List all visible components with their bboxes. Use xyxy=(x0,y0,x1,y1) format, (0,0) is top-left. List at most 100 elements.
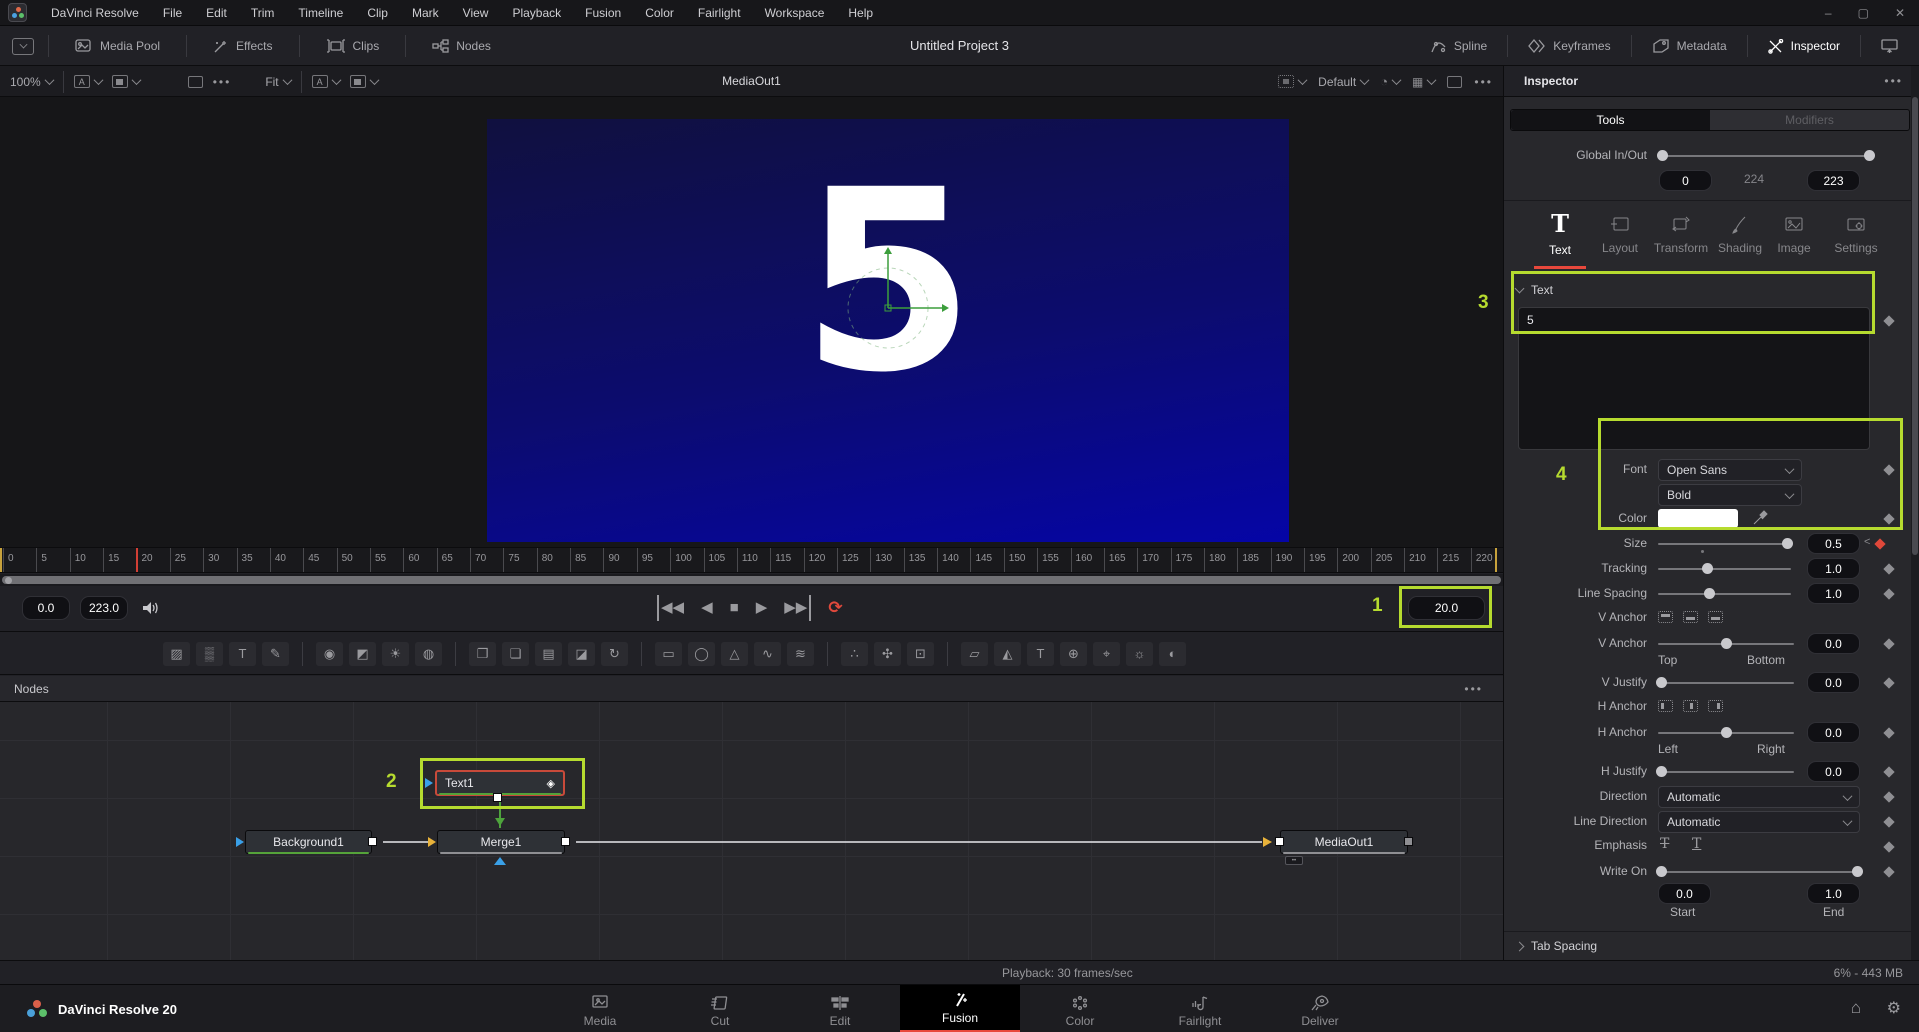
menu-item-timeline[interactable]: Timeline xyxy=(286,0,355,26)
direction-dropdown[interactable]: Automatic xyxy=(1658,786,1860,808)
size-slider[interactable] xyxy=(1658,543,1791,545)
v-anchor-bottom-button[interactable] xyxy=(1708,611,1723,623)
node-mediaout1[interactable]: MediaOut1 •• xyxy=(1280,830,1408,854)
keyframes-button[interactable]: Keyframes xyxy=(1516,26,1622,66)
paint-tool-icon[interactable]: ✎ xyxy=(262,642,289,666)
minimize-button[interactable]: – xyxy=(1825,6,1832,20)
viewer-options-button[interactable]: ••• xyxy=(213,75,232,89)
menu-item-edit[interactable]: Edit xyxy=(194,0,239,26)
viewer-area[interactable]: 5 xyxy=(0,97,1503,547)
delta-keyer-tool-icon[interactable]: ◪ xyxy=(568,642,595,666)
camera-3d-tool-icon[interactable]: ⌖ xyxy=(1093,642,1120,666)
close-button[interactable]: ✕ xyxy=(1895,6,1905,20)
v-anchor-keyframe-button[interactable] xyxy=(1883,638,1894,649)
text-plus-tool-icon[interactable]: T xyxy=(229,642,256,666)
render-in-field[interactable]: 0.0 xyxy=(22,596,70,620)
merge1-background-input[interactable] xyxy=(428,837,436,847)
tab-tools[interactable]: Tools xyxy=(1511,110,1710,130)
viewer-channel-dropdown[interactable]: A xyxy=(74,75,102,88)
menu-item-help[interactable]: Help xyxy=(836,0,885,26)
v-justify-field[interactable]: 0.0 xyxy=(1807,672,1860,693)
tab-modifiers[interactable]: Modifiers xyxy=(1710,110,1909,130)
page-edit[interactable]: Edit xyxy=(780,985,900,1032)
nodes-button[interactable]: Nodes xyxy=(420,26,503,66)
node-background1[interactable]: Background1 xyxy=(245,830,372,854)
viewer-lut-dropdown[interactable]: Default xyxy=(1318,75,1368,89)
h-justify-field[interactable]: 0.0 xyxy=(1807,761,1860,782)
menu-item-fusion[interactable]: Fusion xyxy=(573,0,633,26)
menu-item-davinci-resolve[interactable]: DaVinci Resolve xyxy=(39,0,151,26)
h-anchor-keyframe-button[interactable] xyxy=(1883,727,1894,738)
write-on-start-field[interactable]: 0.0 xyxy=(1658,883,1711,904)
v-anchor-middle-button[interactable] xyxy=(1683,611,1698,623)
line-direction-keyframe-button[interactable] xyxy=(1883,816,1894,827)
settings-gear-icon[interactable]: ⚙ xyxy=(1887,998,1901,1018)
brightness-contrast-tool-icon[interactable]: ☀ xyxy=(382,642,409,666)
timeline-scroll-knob[interactable] xyxy=(5,577,12,584)
line-spacing-keyframe-button[interactable] xyxy=(1883,588,1894,599)
blur-tool-icon[interactable]: ◍ xyxy=(415,642,442,666)
text-3d-tool-icon[interactable]: T xyxy=(1027,642,1054,666)
page-panel-toggle-button[interactable] xyxy=(12,38,34,55)
menu-item-fairlight[interactable]: Fairlight xyxy=(686,0,753,26)
viewer-fit-dropdown[interactable]: Fit xyxy=(265,75,290,89)
merge-3d-tool-icon[interactable]: ⊕ xyxy=(1060,642,1087,666)
tab-layout[interactable]: Layout xyxy=(1594,209,1646,255)
transform-control-overlay[interactable] xyxy=(487,119,1289,542)
v-anchor-field[interactable]: 0.0 xyxy=(1807,633,1860,654)
menu-item-mark[interactable]: Mark xyxy=(400,0,451,26)
v-justify-slider[interactable] xyxy=(1658,682,1794,684)
play-reverse-button[interactable]: ◀ xyxy=(701,595,713,621)
inspector-button[interactable]: Inspector xyxy=(1756,26,1852,66)
color-corrector-tool-icon[interactable]: ◉ xyxy=(316,642,343,666)
section-tab-spacing[interactable]: Tab Spacing xyxy=(1504,939,1912,953)
write-on-end-field[interactable]: 1.0 xyxy=(1807,883,1860,904)
line-spacing-field[interactable]: 1.0 xyxy=(1807,583,1860,604)
viewer2-channel-dropdown[interactable]: A xyxy=(312,75,340,88)
strikethrough-button[interactable]: T xyxy=(1660,836,1669,852)
h-justify-slider[interactable] xyxy=(1658,771,1794,773)
polygon-mask-tool-icon[interactable]: △ xyxy=(721,642,748,666)
merge1-output[interactable] xyxy=(561,837,570,846)
viewer-grid-dropdown[interactable]: ▦ xyxy=(1412,75,1435,89)
stop-button[interactable]: ■ xyxy=(730,595,739,621)
spline-button[interactable]: Spline xyxy=(1418,26,1499,66)
page-fusion[interactable]: Fusion xyxy=(900,985,1020,1032)
playhead[interactable] xyxy=(136,548,138,573)
mediaout1-output[interactable] xyxy=(1404,837,1413,846)
menu-item-workspace[interactable]: Workspace xyxy=(753,0,837,26)
menu-item-file[interactable]: File xyxy=(151,0,194,26)
viewer-more-button[interactable]: ••• xyxy=(1474,75,1493,89)
size-field[interactable]: 0.5 xyxy=(1807,533,1860,554)
menu-item-view[interactable]: View xyxy=(451,0,501,26)
background-tool-icon[interactable]: ▨ xyxy=(163,642,190,666)
shape-3d-tool-icon[interactable]: ◭ xyxy=(994,642,1021,666)
render-out-field[interactable]: 223.0 xyxy=(80,596,128,620)
panel-layout-button[interactable] xyxy=(1869,26,1911,66)
h-anchor-slider[interactable] xyxy=(1658,732,1794,734)
inspector-options-button[interactable]: ••• xyxy=(1884,66,1903,97)
global-out-field[interactable]: 223 xyxy=(1807,170,1860,191)
menu-item-playback[interactable]: Playback xyxy=(500,0,573,26)
nodes-panel-options-button[interactable]: ••• xyxy=(1464,676,1483,702)
v-justify-keyframe-button[interactable] xyxy=(1883,677,1894,688)
styled-text-keyframe-button[interactable] xyxy=(1883,315,1894,326)
h-anchor-field[interactable]: 0.0 xyxy=(1807,722,1860,743)
tracking-field[interactable]: 1.0 xyxy=(1807,558,1860,579)
media-pool-button[interactable]: Media Pool xyxy=(63,26,172,66)
rectangle-mask-tool-icon[interactable]: ▭ xyxy=(655,642,682,666)
page-color[interactable]: Color xyxy=(1020,985,1140,1032)
matte-control-tool-icon[interactable]: ▤ xyxy=(535,642,562,666)
tab-image[interactable]: Image xyxy=(1770,209,1818,255)
h-anchor-right-button[interactable] xyxy=(1708,700,1723,712)
v-anchor-slider[interactable] xyxy=(1658,643,1794,645)
fast-noise-tool-icon[interactable]: ▒ xyxy=(196,642,223,666)
go-to-start-button[interactable]: ◀◀ xyxy=(657,595,684,621)
underline-button[interactable]: T xyxy=(1692,836,1701,852)
maximize-button[interactable]: ▢ xyxy=(1858,6,1869,20)
ellipse-mask-tool-icon[interactable]: ◯ xyxy=(688,642,715,666)
menu-item-trim[interactable]: Trim xyxy=(239,0,287,26)
metadata-button[interactable]: Metadata xyxy=(1640,26,1739,66)
viewer-expand-button[interactable] xyxy=(1447,76,1462,88)
tab-settings[interactable]: Settings xyxy=(1826,209,1886,255)
